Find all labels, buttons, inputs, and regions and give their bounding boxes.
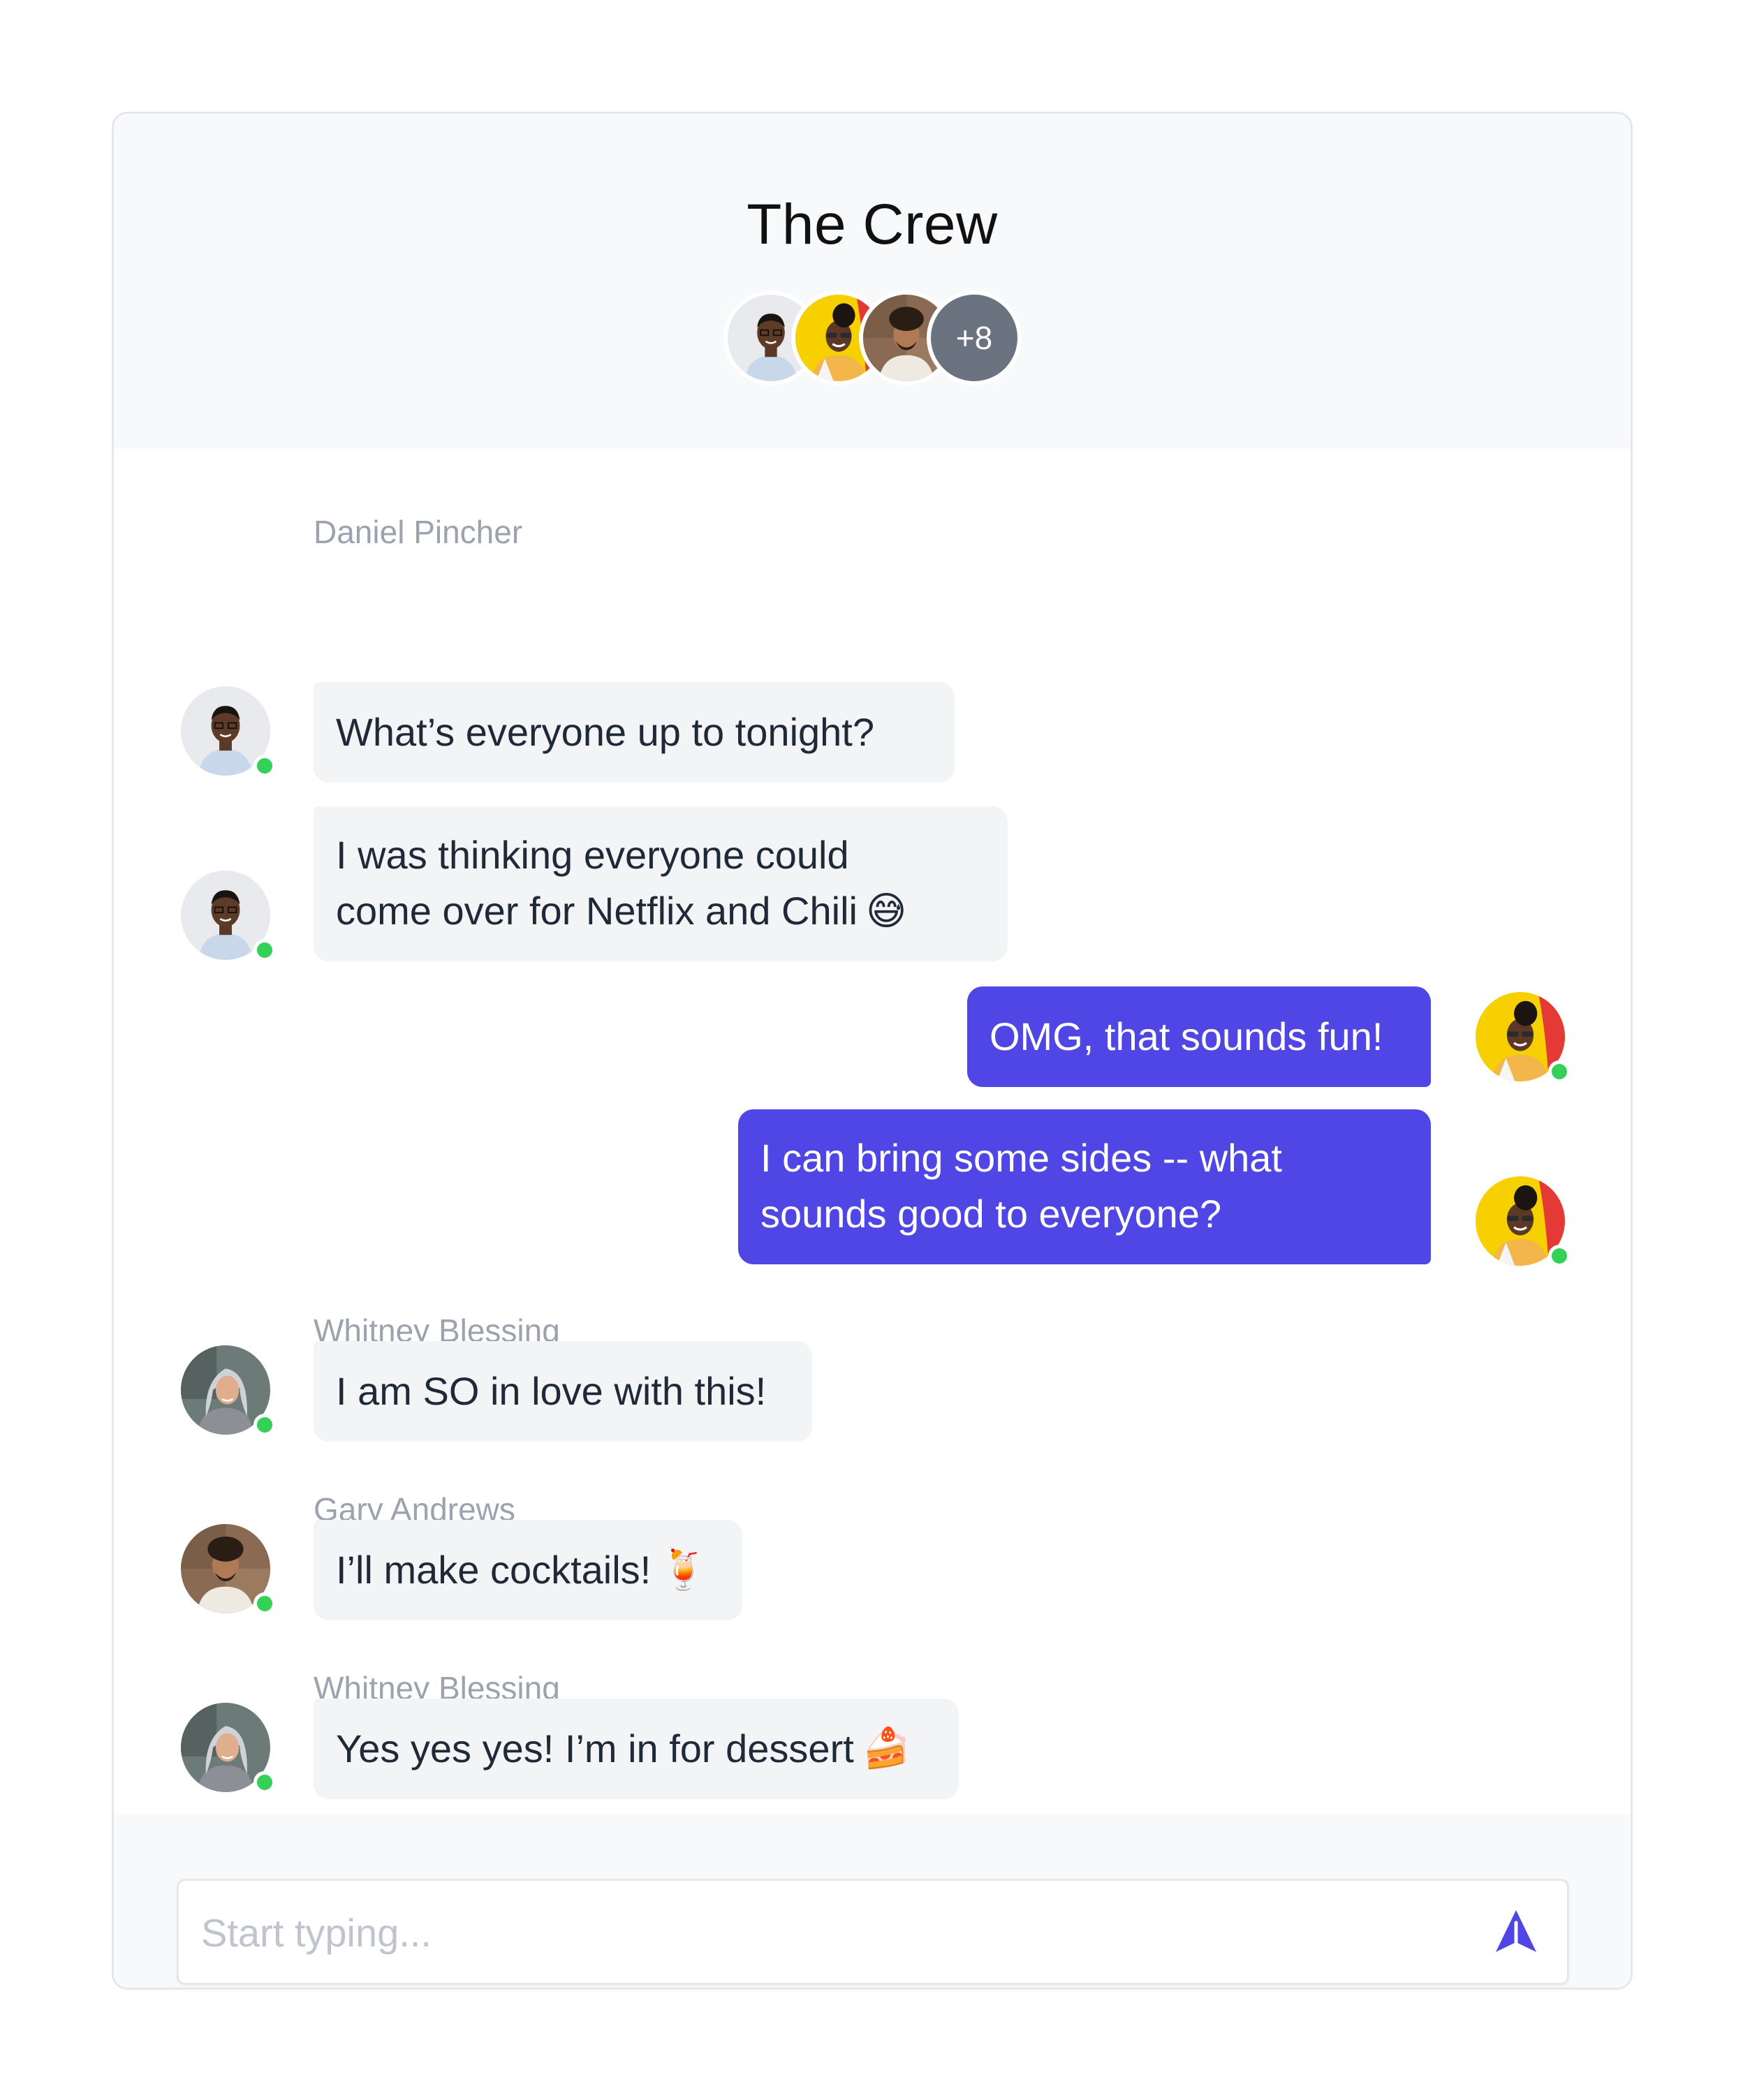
sender-name: Daniel Pincher xyxy=(314,514,523,550)
message-text: What’s everyone up to tonight? xyxy=(336,710,875,754)
chat-header: The Crew +8 xyxy=(114,114,1631,449)
message-text: I am SO in love with this! xyxy=(336,1369,767,1413)
message-bubble[interactable]: I am SO in love with this! xyxy=(314,1341,812,1442)
message-bubble[interactable]: I’ll make cocktails! 🍹 xyxy=(314,1520,742,1620)
cake-emoji-icon: 🍰 xyxy=(862,1726,911,1771)
message-composer[interactable] xyxy=(177,1879,1569,1985)
online-status-icon xyxy=(253,755,276,777)
online-status-icon xyxy=(253,1771,276,1794)
chat-window: The Crew +8 Daniel Pincher What’s everyo… xyxy=(112,112,1633,1990)
message-input[interactable] xyxy=(200,1881,1459,1984)
online-status-icon xyxy=(253,1414,276,1436)
online-status-icon xyxy=(1548,1060,1571,1083)
sender-avatar[interactable] xyxy=(181,1345,276,1436)
message-text: I’ll make cocktails! xyxy=(336,1548,652,1592)
online-status-icon xyxy=(1548,1245,1571,1267)
online-status-icon xyxy=(253,939,276,961)
own-avatar[interactable] xyxy=(1476,992,1571,1083)
sender-avatar[interactable] xyxy=(181,686,276,777)
tropical-drink-emoji-icon: 🍹 xyxy=(659,1547,708,1592)
online-status-icon xyxy=(253,1592,276,1615)
sender-avatar[interactable] xyxy=(181,1703,276,1794)
message-bubble[interactable]: What’s everyone up to tonight? xyxy=(314,682,955,783)
message-bubble[interactable]: Yes yes yes! I’m in for dessert 🍰 xyxy=(314,1699,959,1799)
message-text: OMG, that sounds fun! xyxy=(990,1014,1383,1058)
participant-avatars[interactable]: +8 xyxy=(114,290,1631,388)
own-avatar[interactable] xyxy=(1476,1176,1571,1267)
send-button[interactable] xyxy=(1492,1907,1540,1956)
message-text-line: I was thinking everyone could xyxy=(336,833,849,877)
message-bubble-own[interactable]: I can bring some sides -- what sounds go… xyxy=(738,1109,1431,1264)
message-bubble[interactable]: I was thinking everyone could come over … xyxy=(314,806,1008,961)
sender-avatar[interactable] xyxy=(181,1524,276,1615)
message-text: Yes yes yes! I’m in for dessert xyxy=(336,1726,854,1770)
grinning-sweat-emoji-icon: 😅 xyxy=(865,889,907,934)
message-text-line: come over for Netflix and Chili 😅 xyxy=(336,883,985,940)
more-participants-badge[interactable]: +8 xyxy=(927,290,1022,385)
conversation-title: The Crew xyxy=(747,193,998,256)
sender-avatar[interactable] xyxy=(181,871,276,961)
send-arrow-icon xyxy=(1496,1910,1536,1952)
message-text-line: sounds good to everyone? xyxy=(760,1192,1222,1236)
message-text-line: I can bring some sides -- what xyxy=(760,1136,1282,1180)
message-list[interactable]: Daniel Pincher What’s everyone up to ton… xyxy=(114,449,1631,1814)
composer-area xyxy=(114,1814,1631,1988)
message-bubble-own[interactable]: OMG, that sounds fun! xyxy=(967,986,1431,1087)
